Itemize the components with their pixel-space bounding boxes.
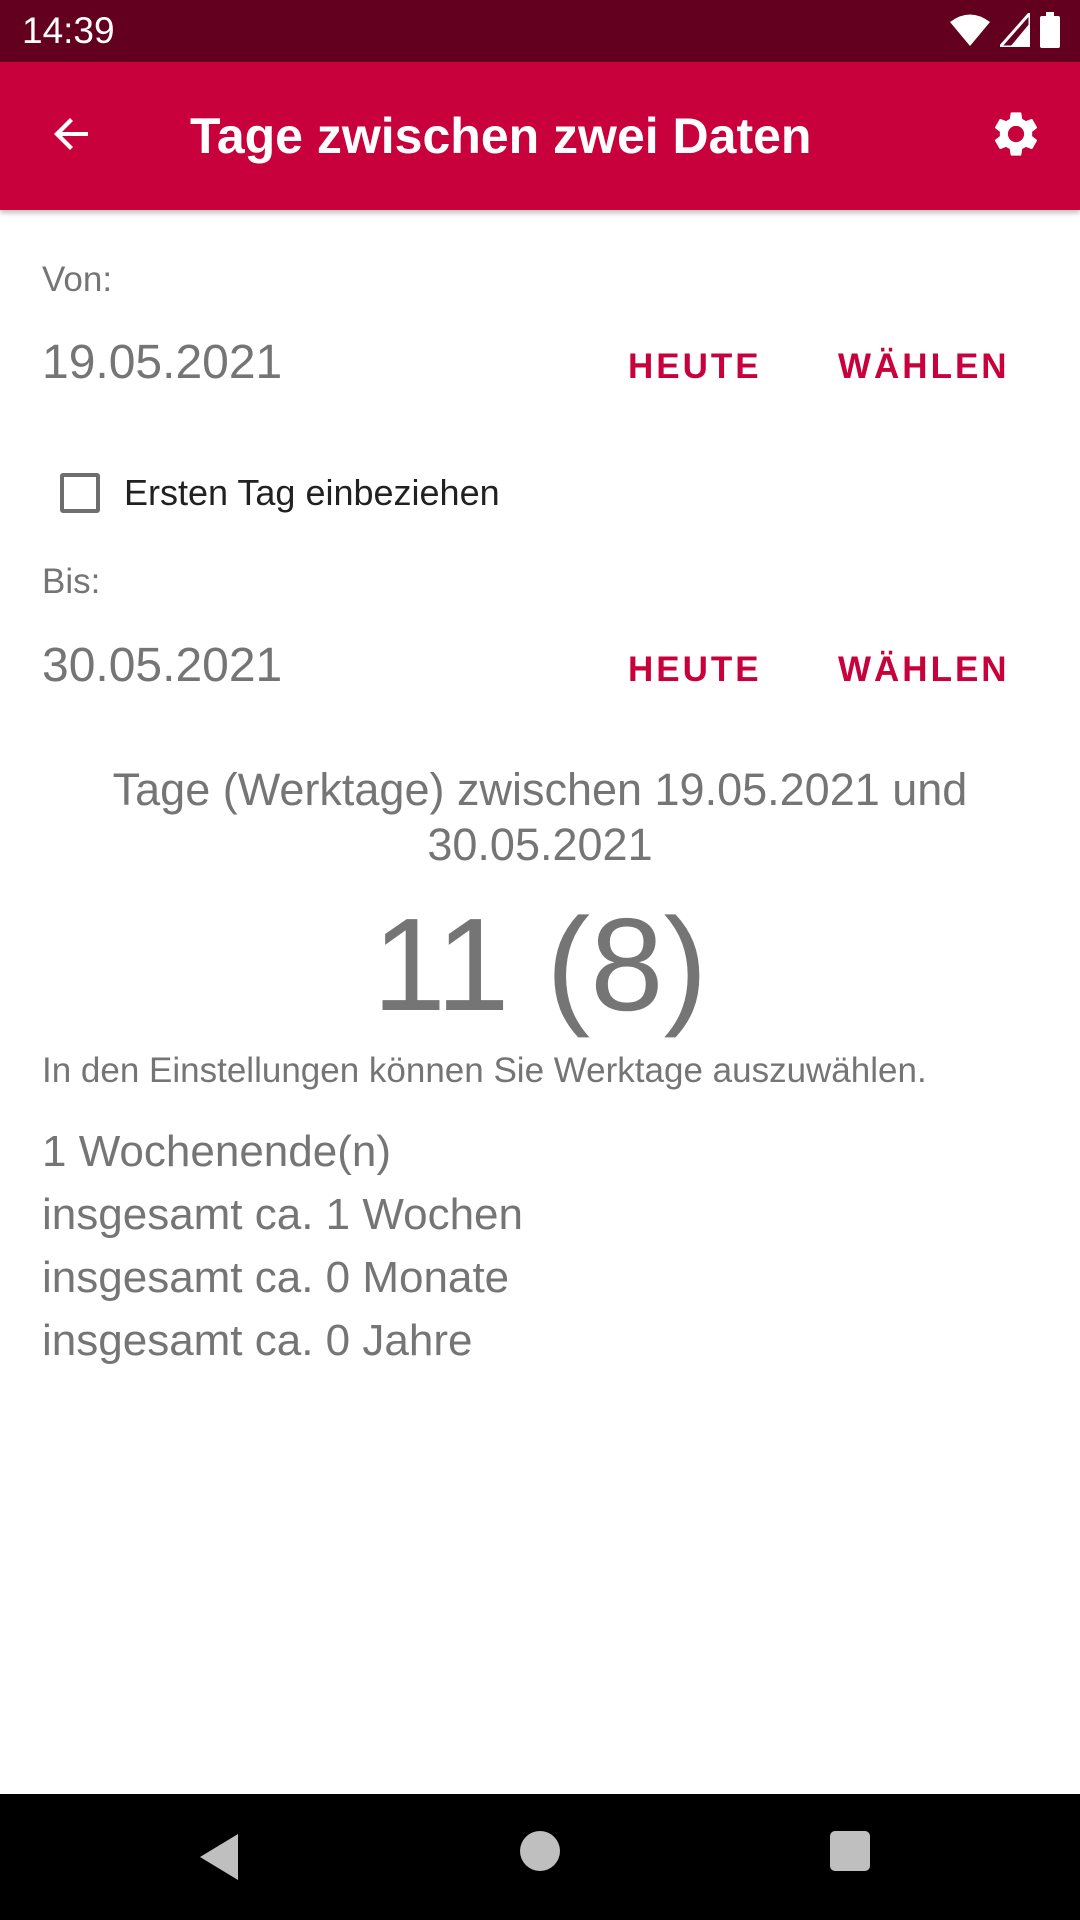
include-first-day-checkbox[interactable]: Ersten Tag einbeziehen <box>60 468 500 518</box>
to-choose-button[interactable]: WÄHLEN <box>838 648 1010 692</box>
from-label: Von: <box>42 260 113 299</box>
settings-button[interactable] <box>982 102 1050 170</box>
nav-back-icon[interactable] <box>200 1834 240 1885</box>
wifi-icon <box>950 13 990 52</box>
stat-weeks: insgesamt ca. 1 Wochen <box>42 1190 523 1239</box>
settings-hint: In den Einstellungen können Sie Werktage… <box>42 1051 927 1090</box>
gear-icon <box>989 107 1043 166</box>
app-bar: Tage zwischen zwei Daten <box>0 62 1080 210</box>
arrow-back-icon <box>48 110 96 163</box>
status-icons <box>950 8 1060 53</box>
screen: 14:39 Tage zwischen zwei Daten Von: 19.0… <box>0 0 1080 1920</box>
checkbox-box[interactable] <box>60 473 100 513</box>
stat-years: insgesamt ca. 0 Jahre <box>42 1316 473 1365</box>
stat-weekends: 1 Wochenende(n) <box>42 1127 391 1176</box>
nav-recents-icon[interactable] <box>830 1831 870 1871</box>
from-date[interactable]: 19.05.2021 <box>42 335 282 391</box>
back-button[interactable] <box>38 102 106 170</box>
nav-bar <box>0 1794 1080 1920</box>
stats-list: 1 Wochenende(n) insgesamt ca. 1 Wochen i… <box>42 1120 523 1372</box>
from-choose-button[interactable]: WÄHLEN <box>838 345 1010 389</box>
result-header: Tage (Werktage) zwischen 19.05.2021 und … <box>112 764 968 870</box>
to-label: Bis: <box>42 562 101 601</box>
to-date[interactable]: 30.05.2021 <box>42 638 282 694</box>
nav-home-icon[interactable] <box>520 1831 560 1871</box>
to-today-button[interactable]: HEUTE <box>628 648 762 692</box>
battery-icon <box>1040 11 1060 53</box>
checkbox-label: Ersten Tag einbeziehen <box>124 472 500 513</box>
app-title: Tage zwischen zwei Daten <box>190 108 812 164</box>
stat-months: insgesamt ca. 0 Monate <box>42 1253 510 1302</box>
status-time: 14:39 <box>22 10 115 51</box>
status-bar: 14:39 <box>0 0 1080 62</box>
from-today-button[interactable]: HEUTE <box>628 345 762 389</box>
result-number: 11 (8) <box>372 891 708 1038</box>
signal-icon <box>996 8 1032 52</box>
